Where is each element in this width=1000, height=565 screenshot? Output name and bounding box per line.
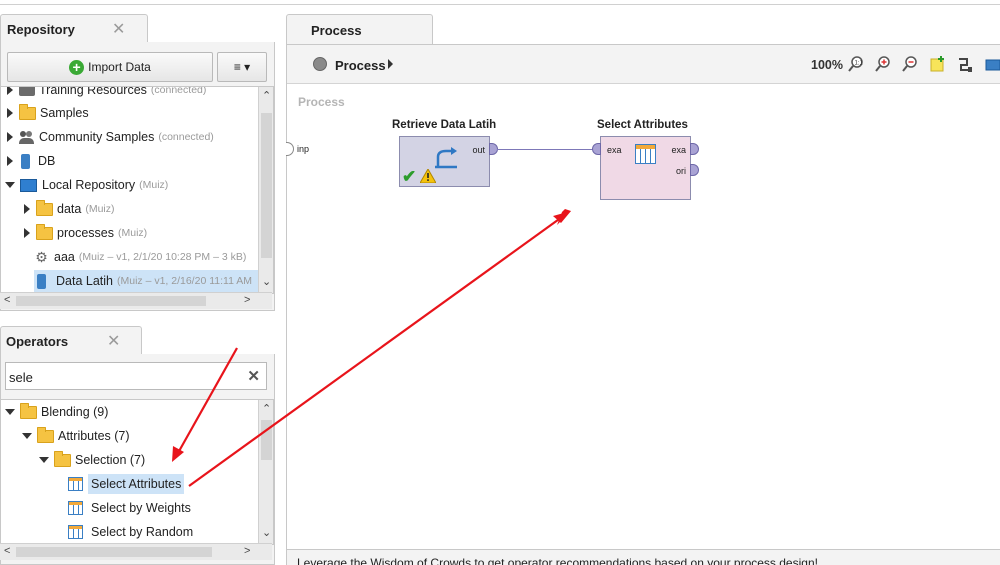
annotation-arrow	[177, 347, 238, 454]
annotation-arrowhead	[172, 446, 184, 462]
annotation-arrows	[172, 209, 571, 487]
annotation-arrow	[188, 216, 563, 487]
